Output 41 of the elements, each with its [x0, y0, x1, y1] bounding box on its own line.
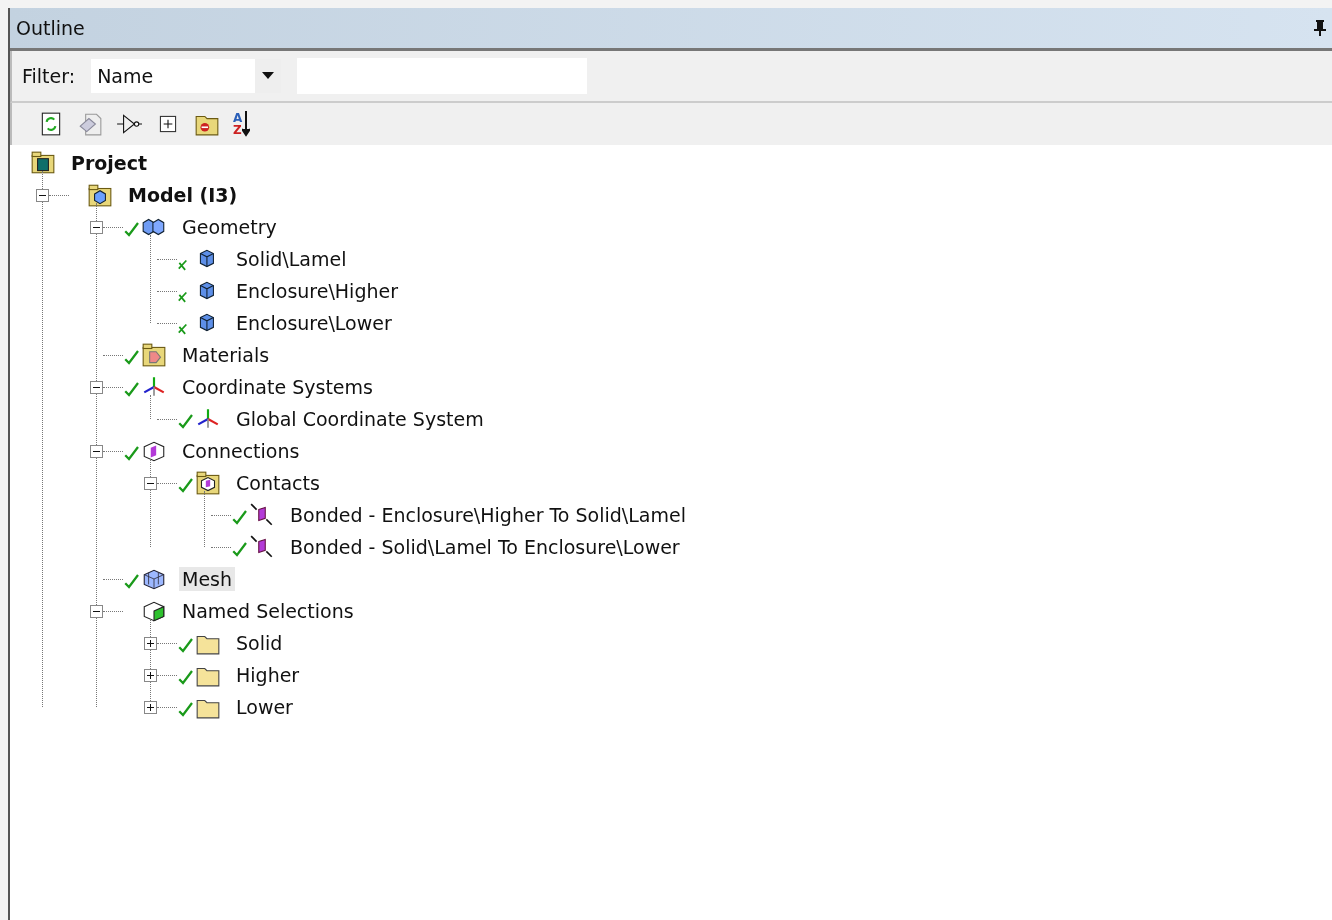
- collapse-toggle[interactable]: [90, 220, 103, 234]
- expand-toggle[interactable]: [144, 700, 157, 714]
- tree-item[interactable]: Materials: [179, 343, 273, 367]
- cube-folder-icon: [195, 470, 221, 496]
- cube-folder-icon: [87, 182, 113, 208]
- collapse-toggle[interactable]: [90, 380, 103, 394]
- tree-item[interactable]: Geometry: [179, 215, 280, 239]
- panel-title: Outline: [16, 17, 85, 39]
- tree-item[interactable]: Enclosure\Lower: [233, 311, 395, 335]
- eraser-icon[interactable]: [77, 111, 103, 137]
- tree-item[interactable]: Bonded - Solid\Lamel To Enclosure\Lower: [287, 535, 683, 559]
- sort-button[interactable]: A Z: [233, 111, 251, 137]
- gate-icon[interactable]: [116, 111, 142, 137]
- tag-folder-icon: [141, 342, 167, 368]
- collapse-toggle[interactable]: [90, 444, 103, 458]
- tree-item[interactable]: Connections: [179, 439, 303, 463]
- tree-item[interactable]: Bonded - Enclosure\Higher To Solid\Lamel: [287, 503, 689, 527]
- tree-item[interactable]: Enclosure\Higher: [233, 279, 401, 303]
- dropdown-arrow-icon: [262, 72, 275, 80]
- tree-item[interactable]: Model (I3): [125, 183, 241, 207]
- contact-icon: [249, 502, 275, 528]
- filter-label: Filter:: [22, 65, 76, 87]
- tree-item[interactable]: Project: [68, 151, 151, 175]
- filter-dropdown[interactable]: Name: [91, 59, 282, 93]
- tree-item[interactable]: Contacts: [233, 471, 323, 495]
- tree-item[interactable]: Global Coordinate System: [233, 407, 487, 431]
- pin-icon[interactable]: [1314, 19, 1326, 37]
- tree-item[interactable]: Solid: [233, 631, 286, 655]
- expand-toggle[interactable]: [144, 636, 157, 650]
- contact-icon: [249, 534, 275, 560]
- expand-toggle[interactable]: [144, 668, 157, 682]
- tree-item[interactable]: Mesh: [179, 567, 236, 591]
- tree-item[interactable]: Solid\Lamel: [233, 247, 350, 271]
- tree-item[interactable]: Higher: [233, 663, 303, 687]
- collapse-toggle[interactable]: [36, 188, 49, 202]
- tree-item[interactable]: Coordinate Systems: [179, 375, 376, 399]
- collapse-toggle[interactable]: [90, 604, 103, 618]
- project-folder-icon: [30, 150, 56, 176]
- tree-item[interactable]: Named Selections: [179, 599, 357, 623]
- tree-item[interactable]: Lower: [233, 695, 296, 719]
- collapse-toggle[interactable]: [144, 476, 157, 490]
